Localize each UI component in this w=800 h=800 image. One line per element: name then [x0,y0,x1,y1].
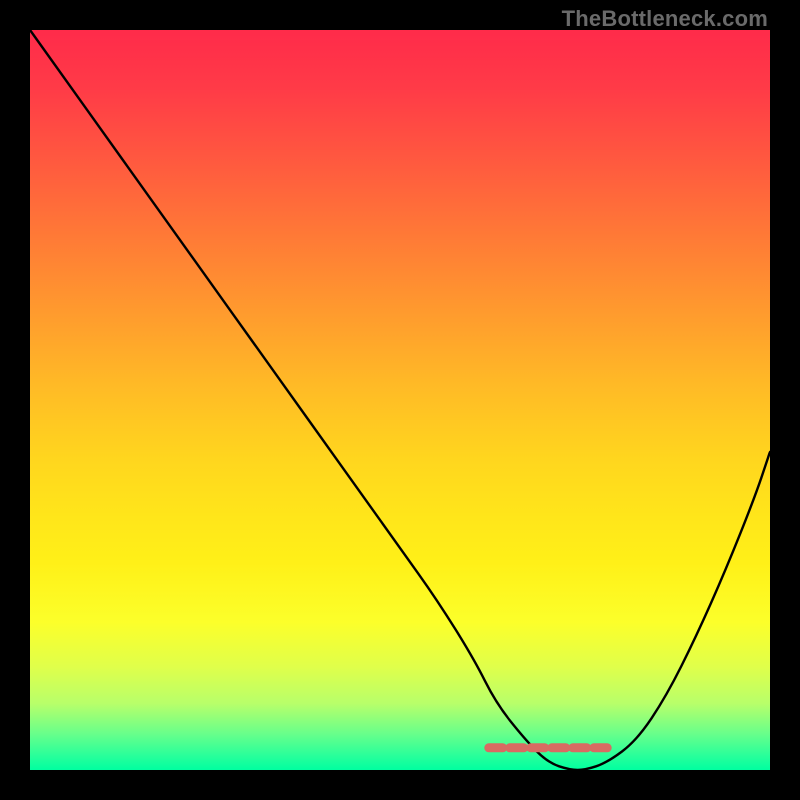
plot-area [30,30,770,770]
bottleneck-curve [30,30,770,770]
curve-svg [30,30,770,770]
chart-frame: TheBottleneck.com [0,0,800,800]
watermark-text: TheBottleneck.com [562,6,768,32]
